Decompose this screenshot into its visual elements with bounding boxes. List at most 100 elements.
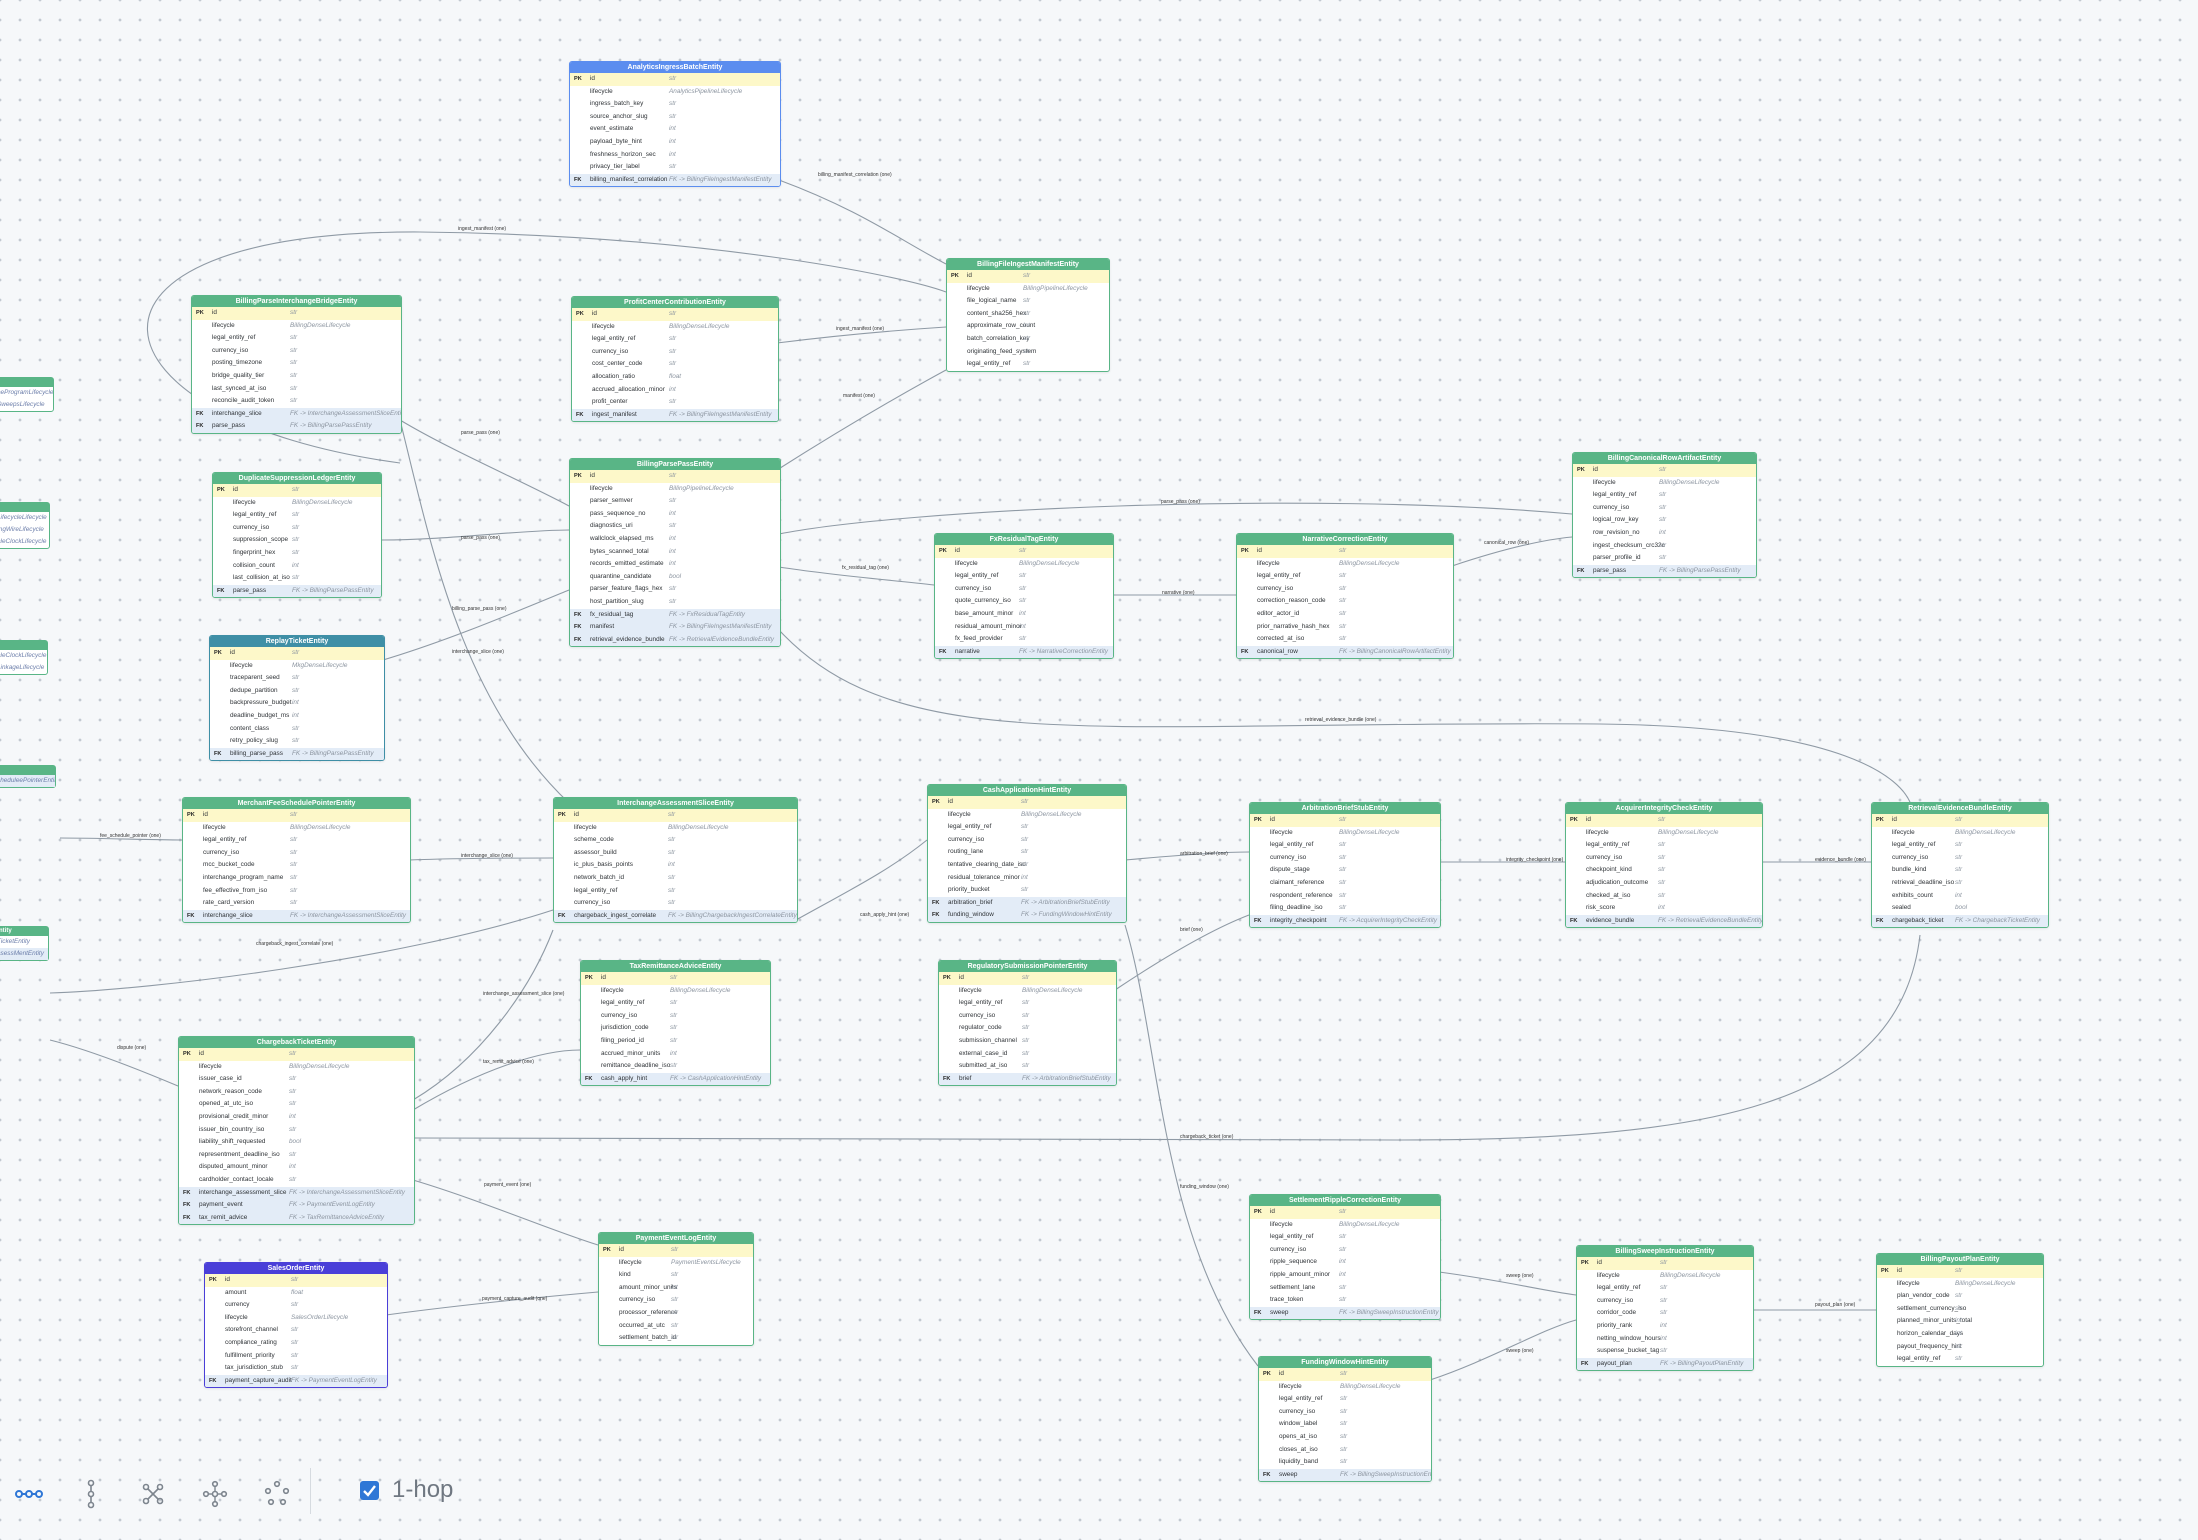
field-row[interactable]: lifecycle BillingDenseLifecycle — [1577, 1270, 1753, 1283]
field-row[interactable]: horizon_calendar_days int — [1877, 1328, 2043, 1341]
fk-row[interactable]: FK billing_manifest_correlation FK -> Bill… — [570, 173, 780, 187]
pk-row[interactable]: PK id str — [179, 1048, 414, 1061]
field-row[interactable]: settlement_lane str — [1250, 1282, 1440, 1295]
field-row[interactable]: routing_lane str — [928, 846, 1126, 859]
field-row[interactable]: parser_feature_flags_hex str — [570, 583, 780, 596]
field-row[interactable]: liability_shift_requested bool — [179, 1136, 414, 1149]
field-row[interactable]: fee_effective_from_iso str — [183, 885, 410, 898]
field-row[interactable]: lifecycle BillingDenseLifecycle — [935, 558, 1113, 571]
relationship-edge[interactable] — [412, 1179, 599, 1246]
fk-row[interactable]: FK payout_plan FK -> BillingPayoutPlanEnti… — [1577, 1357, 1753, 1371]
pk-row[interactable]: PK id str — [947, 270, 1109, 283]
field-row[interactable]: retrieval_deadline_iso str — [1872, 877, 2048, 890]
field-row[interactable]: currency_iso str — [928, 834, 1126, 847]
field-row[interactable]: lifecycle PaymentEventsLifecycle — [599, 1257, 753, 1270]
field-row[interactable]: legal_entity_ref str — [1573, 489, 1756, 502]
field-row[interactable]: legal_entity_ref str — [939, 997, 1116, 1010]
field-row[interactable]: collision_count int — [213, 560, 381, 573]
entity-canonical[interactable]: BillingCanonicalRowArtifactEntity PK id str… — [1572, 452, 1757, 579]
entity-regulatory[interactable]: RegulatorySubmissionPointerEntity PK id str… — [938, 960, 1117, 1087]
entity-salesorder[interactable]: SalesOrderEntity PK id str amount float curren… — [204, 1262, 388, 1389]
pk-row[interactable]: PK id str — [1877, 1265, 2043, 1278]
field-row[interactable]: amount float — [205, 1287, 387, 1300]
entity-funding[interactable]: FundingWindowHintEntity PK id str lifecycle B… — [1258, 1356, 1432, 1483]
field-row[interactable]: network_reason_code str — [179, 1086, 414, 1099]
field-row[interactable]: network_batch_id str — [554, 872, 797, 885]
field-row[interactable]: dedupe_partition str — [210, 685, 384, 698]
field-row[interactable]: submitted_at_iso str — [939, 1060, 1116, 1073]
field-row[interactable]: trace_token str — [1250, 1294, 1440, 1307]
field-row[interactable]: batch_correlation_key str — [947, 333, 1109, 346]
field-row[interactable]: lifecycle BillingDenseLifecycle — [1250, 1219, 1440, 1232]
field-row[interactable]: lifecycle AnalyticsPipelineLifecycle — [570, 86, 780, 99]
relationship-edge[interactable] — [49, 1039, 179, 1087]
field-row[interactable]: currency_iso str — [581, 1010, 770, 1023]
field-row[interactable]: source_anchor_slug str — [570, 111, 780, 124]
pk-row[interactable]: PK id str — [1573, 464, 1756, 477]
field-row[interactable]: settlement_batch_id str — [599, 1332, 753, 1345]
field-row[interactable]: storefront_channel str — [205, 1324, 387, 1337]
fk-row[interactable]: FK payment_event FK -> PaymentEventLogEnti… — [179, 1199, 414, 1212]
field-row[interactable]: posting_timezone str — [192, 357, 401, 370]
field-row[interactable]: lifecycle BillingDenseLifecycle — [928, 809, 1126, 822]
entity-analytics-ingress[interactable]: AnalyticsIngressBatchEntity PK id str lifecy… — [569, 61, 781, 188]
field-row[interactable]: lifecycle MkgDenseLifecycle — [210, 660, 384, 673]
field-row[interactable]: lifecycle BillingDenseLifecycle — [1573, 477, 1756, 490]
field-row[interactable]: currency_iso str — [1250, 1244, 1440, 1257]
relationship-edge[interactable] — [1429, 1319, 1577, 1381]
field-row[interactable]: respondent_reference str — [1250, 890, 1440, 903]
fk-row[interactable]: FK brief FK -> ArbitrationBriefStubEntity — [939, 1072, 1116, 1086]
field-row[interactable]: checkpoint_kind str — [1566, 864, 1762, 877]
field-row[interactable]: lifecycle BillingDenseLifecycle — [192, 320, 401, 333]
field-row[interactable]: external_case_id str — [939, 1048, 1116, 1061]
entity-merchantfee[interactable]: MerchantFeeSchedulePointerEntity PK id str l… — [182, 797, 411, 924]
pk-row[interactable]: PK id str — [1250, 814, 1440, 827]
field-row[interactable]: lifecycle BillingDenseLifecycle — [581, 985, 770, 998]
pk-row[interactable]: PK id str — [570, 470, 780, 483]
fk-row[interactable]: FK manifest FK -> BillingFileIngestManifes… — [570, 621, 780, 634]
field-row[interactable]: mcc_bucket_code str — [183, 859, 410, 872]
field-row[interactable]: lifecycle BillingPipelineLifecycle — [947, 283, 1109, 296]
field-row[interactable]: issuer_bin_country_iso str — [179, 1124, 414, 1137]
entity-retrieval[interactable]: RetrievalEvidenceBundleEntity PK id str life… — [1871, 802, 2049, 929]
fk-row[interactable]: FK sweep FK -> BillingSweepInstructionEnti… — [1259, 1468, 1431, 1482]
field-row[interactable]: scheme_code str — [554, 834, 797, 847]
field-row[interactable]: payout_frequency_hint str — [1877, 1341, 2043, 1354]
field-row[interactable]: lifecycle SalesOrderLifecycle — [205, 1312, 387, 1325]
fk-row[interactable]: FK chargeback_ingest_correlate FK -> Billi… — [554, 909, 797, 923]
field-row[interactable]: residual_amount_minor int — [935, 621, 1113, 634]
field-row[interactable]: lifecycle BillingDenseLifecycle — [554, 822, 797, 835]
field-row[interactable]: file_logical_name str — [947, 295, 1109, 308]
field-row[interactable]: occurred_at_utc str — [599, 1320, 753, 1333]
fk-row[interactable]: FK parse_pass FK -> BillingParsePassEntity — [192, 420, 401, 433]
field-row[interactable]: privacy_tier_label str — [570, 161, 780, 174]
field-row[interactable]: wallclock_elapsed_ms int — [570, 533, 780, 546]
field-row[interactable]: currency_iso str — [935, 583, 1113, 596]
field-row[interactable]: window_label str — [1259, 1418, 1431, 1431]
offscreen-entity-stub[interactable]: y LifecycleLifecycle IngWireLifecycle aleCl… — [0, 502, 50, 549]
field-row[interactable]: claimant_reference str — [1250, 877, 1440, 890]
pk-row[interactable]: PK id str — [935, 545, 1113, 558]
field-row[interactable]: lifecycle BillingDenseLifecycle — [1237, 558, 1453, 571]
field-row[interactable]: liquidity_band str — [1259, 1456, 1431, 1469]
relationship-edge[interactable] — [778, 502, 1573, 535]
field-row[interactable]: quarantine_candidate bool — [570, 571, 780, 584]
field-row[interactable]: content_sha256_hex str — [947, 308, 1109, 321]
field-row[interactable]: ripple_sequence int — [1250, 1256, 1440, 1269]
field-row[interactable]: rate_card_version str — [183, 897, 410, 910]
field-row[interactable]: legal_entity_ref str — [1237, 570, 1453, 583]
field-row[interactable]: last_collision_at_iso str — [213, 572, 381, 585]
entity-arbitration[interactable]: ArbitrationBriefStubEntity PK id str lifecyc… — [1249, 802, 1441, 929]
field-row[interactable]: currency_iso str — [1872, 852, 2048, 865]
field-row[interactable]: currency_iso str — [1250, 852, 1440, 865]
field-row[interactable]: legal_entity_ref str — [213, 509, 381, 522]
pk-row[interactable]: PK id str — [1259, 1368, 1431, 1381]
field-row[interactable]: currency str — [205, 1299, 387, 1312]
fk-row[interactable]: FK canonical_row FK -> BillingCanonicalRow… — [1237, 645, 1453, 659]
pk-row[interactable]: PK id str — [572, 308, 778, 321]
relationship-edge[interactable] — [776, 369, 947, 471]
fk-row[interactable]: FK payment_capture_audit FK -> PaymentEven… — [205, 1374, 387, 1388]
field-row[interactable]: lifecycle BillingPipelineLifecycle — [570, 483, 780, 496]
field-row[interactable]: lifecycle BillingDenseLifecycle — [1259, 1381, 1431, 1394]
field-row[interactable]: editor_actor_id str — [1237, 608, 1453, 621]
